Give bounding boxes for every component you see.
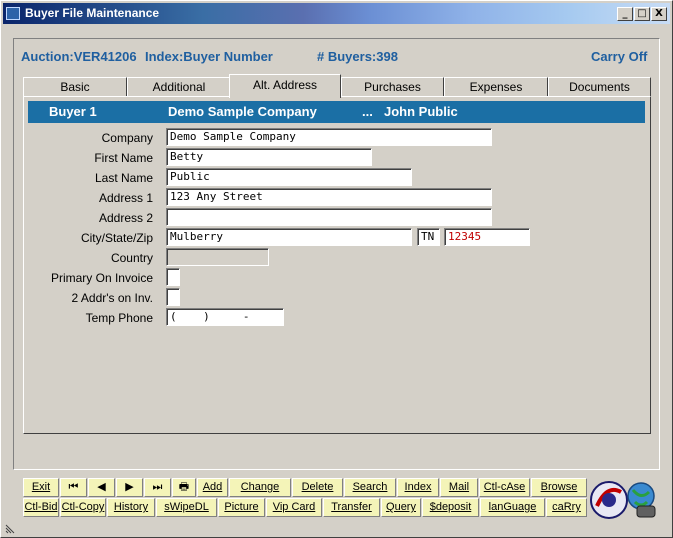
tab-basic[interactable]: Basic (23, 77, 127, 97)
tab-documents[interactable]: Documents (548, 77, 651, 97)
window-title: Buyer File Maintenance (25, 6, 160, 20)
temp-phone-label: Temp Phone (85, 311, 153, 325)
auction-label: Auction:VER41206 (21, 49, 137, 64)
exit-button[interactable]: Exit (23, 478, 59, 497)
swipe-dl-button[interactable]: sWipeDL (156, 498, 217, 517)
carry-button[interactable]: caRry (546, 498, 587, 517)
buyer-file-window: Buyer File Maintenance _ □ X Auction:VER… (0, 0, 673, 538)
address2-field[interactable] (166, 208, 492, 226)
state-field[interactable]: TN (417, 228, 440, 246)
address1-field[interactable]: 123 Any Street (166, 188, 492, 206)
title-bar[interactable]: Buyer File Maintenance _ □ X (3, 3, 670, 24)
country-field[interactable] (166, 248, 269, 266)
address1-label: Address 1 (98, 191, 153, 205)
browse-button[interactable]: Browse (531, 478, 587, 497)
city-state-zip-label: City/State/Zip (80, 231, 153, 245)
first-name-label: First Name (94, 151, 153, 165)
zip-field[interactable]: 12345 (444, 228, 530, 246)
next-record-button[interactable]: ▶ (116, 478, 143, 497)
restore-button[interactable]: □ (634, 7, 650, 21)
last-name-label: Last Name (94, 171, 153, 185)
two-addr-label: 2 Addr's on Inv. (71, 291, 153, 305)
buyer-count-label: # Buyers:398 (317, 49, 398, 64)
previous-record-button[interactable]: ◀ (88, 478, 115, 497)
tab-expenses[interactable]: Expenses (444, 77, 548, 97)
mail-button[interactable]: Mail (440, 478, 478, 497)
buyer-company: Demo Sample Company (168, 104, 317, 119)
history-button[interactable]: History (107, 498, 155, 517)
temp-phone-field[interactable]: ( ) - (166, 308, 284, 326)
picture-button[interactable]: Picture (218, 498, 265, 517)
first-name-field[interactable]: Betty (166, 148, 372, 166)
delete-button[interactable]: Delete (292, 478, 343, 497)
two-addr-field[interactable] (166, 288, 180, 306)
print-button[interactable]: 🖶 (172, 478, 196, 497)
primary-invoice-field[interactable] (166, 268, 180, 286)
app-icon (6, 7, 20, 20)
ctl-copy-button[interactable]: Ctl-Copy (60, 498, 106, 517)
city-field[interactable]: Mulberry (166, 228, 412, 246)
index-button[interactable]: Index (397, 478, 439, 497)
tab-content (23, 96, 651, 434)
deposit-button[interactable]: $deposit (422, 498, 479, 517)
ctl-case-button[interactable]: Ctl-cAse (479, 478, 530, 497)
app-logo (589, 478, 659, 520)
carry-status: Carry Off (591, 49, 648, 64)
close-button[interactable]: X (651, 7, 667, 21)
tab-additional[interactable]: Additional (127, 77, 231, 97)
resize-grip[interactable] (5, 522, 17, 534)
buyer-number: Buyer 1 (49, 104, 97, 119)
ctl-bid-button[interactable]: Ctl-Bid (23, 498, 59, 517)
vip-card-button[interactable]: Vip Card (266, 498, 322, 517)
buyer-separator: ... (362, 104, 373, 119)
country-label: Country (110, 251, 153, 265)
company-label: Company (101, 131, 153, 145)
language-button[interactable]: lanGuage (480, 498, 545, 517)
last-name-field[interactable]: Public (166, 168, 412, 186)
add-button[interactable]: Add (197, 478, 228, 497)
tab-purchases[interactable]: Purchases (341, 77, 444, 97)
last-record-button[interactable]: ⏭ (144, 478, 171, 497)
buyer-summary-bar: Buyer 1 Demo Sample Company ... John Pub… (28, 101, 645, 123)
address2-label: Address 2 (98, 211, 153, 225)
transfer-button[interactable]: Transfer (323, 498, 380, 517)
change-button[interactable]: Change (229, 478, 291, 497)
search-button[interactable]: Search (344, 478, 396, 497)
first-record-button[interactable]: ⏮ (60, 478, 87, 497)
index-label: Index:Buyer Number (145, 49, 273, 64)
primary-invoice-label: Primary On Invoice (50, 271, 153, 285)
buyer-name: John Public (384, 104, 458, 119)
tab-alt-address[interactable]: Alt. Address (229, 74, 341, 98)
minimize-button[interactable]: _ (617, 7, 633, 21)
company-field[interactable]: Demo Sample Company (166, 128, 492, 146)
query-button[interactable]: Query (381, 498, 421, 517)
